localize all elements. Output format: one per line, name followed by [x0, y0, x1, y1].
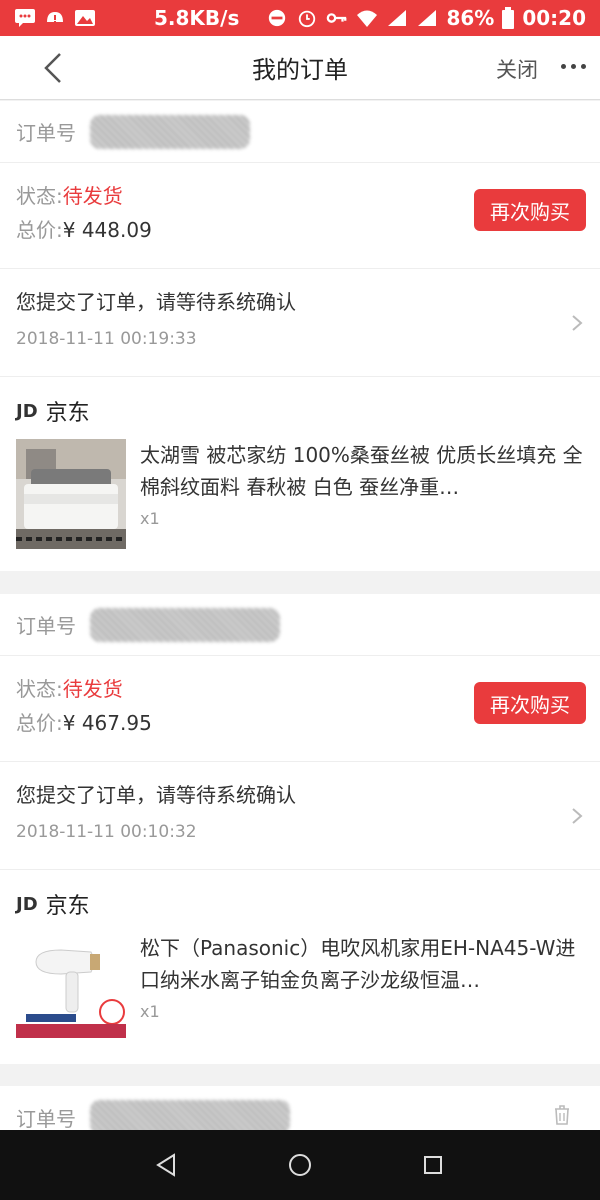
order-number-row: 订单号	[0, 594, 600, 656]
close-button[interactable]: 关闭	[496, 54, 538, 84]
signal-icon-1	[388, 10, 407, 26]
product-name: 太湖雪 被芯家纺 100%桑蚕丝被 优质长丝填充 全棉斜纹面料 春秋被 白色 蚕…	[140, 443, 583, 499]
shop-section: JD 京东 太湖雪 被芯家纺 100%桑蚕丝被 优质长丝填充 全棉斜纹面料 春秋…	[0, 377, 600, 571]
status-label: 状态:	[16, 184, 63, 208]
alarm-icon	[299, 10, 316, 28]
back-arrow-icon[interactable]	[36, 50, 72, 86]
redacted-order-number	[90, 114, 250, 149]
total-value: ¥ 467.95	[62, 711, 152, 735]
tracking-time: 2018-11-11 00:19:33	[16, 329, 197, 349]
product-item[interactable]: 松下（Panasonic）电吹风机家用EH-NA45-W进口纳米水离子铂金负离子…	[16, 932, 584, 1054]
tracking-time: 2018-11-11 00:10:32	[16, 822, 197, 842]
tracking-message: 您提交了订单，请等待系统确认	[16, 783, 296, 807]
order-number-label: 订单号	[16, 1106, 76, 1131]
back-icon[interactable]	[152, 1150, 182, 1180]
message-icon	[15, 9, 35, 27]
jd-logo-icon: JD	[16, 400, 38, 422]
order-number-label: 订单号	[16, 614, 76, 638]
notification-icons	[14, 8, 96, 28]
header: 我的订单 关闭	[0, 36, 600, 100]
shop-name: 京东	[45, 894, 90, 919]
rebuy-button[interactable]: 再次购买	[474, 189, 586, 231]
tracking-row[interactable]: 您提交了订单，请等待系统确认 2018-11-11 00:10:32	[0, 762, 600, 870]
trash-icon[interactable]	[552, 1104, 572, 1126]
status-bar: 5.8KB/s 86% 00:20	[0, 0, 600, 36]
image-icon	[75, 10, 95, 26]
status-value: 待发货	[62, 184, 123, 208]
product-quantity: x1	[140, 509, 160, 528]
total-label: 总价:	[16, 711, 63, 735]
recents-icon[interactable]	[418, 1150, 448, 1180]
tracking-row[interactable]: 您提交了订单，请等待系统确认 2018-11-11 00:19:33	[0, 269, 600, 377]
redacted-order-number	[90, 1100, 290, 1130]
shop-section: JD 京东 松下（Panasonic）电吹风机家用EH-NA45-W进口纳米水离…	[0, 870, 600, 1064]
product-name: 松下（Panasonic）电吹风机家用EH-NA45-W进口纳米水离子铂金负离子…	[140, 936, 576, 992]
dnd-icon	[269, 9, 286, 27]
total-value: ¥ 448.09	[62, 218, 152, 242]
shop-header[interactable]: JD 京东	[16, 395, 584, 427]
status-label: 状态:	[16, 677, 63, 701]
battery-icon	[502, 7, 515, 29]
order-card: 订单号	[0, 1086, 600, 1130]
rebuy-button[interactable]: 再次购买	[474, 682, 586, 724]
order-number-row: 订单号	[0, 1086, 600, 1130]
chevron-right-icon	[572, 808, 583, 824]
wifi-icon	[357, 10, 378, 27]
jd-logo-icon: JD	[16, 893, 38, 915]
order-status-row: 状态:待发货 总价:¥ 448.09 再次购买	[0, 163, 600, 269]
signal-icon-2	[418, 10, 437, 26]
key-icon	[327, 13, 347, 23]
shop-name: 京东	[45, 401, 90, 426]
battery-percent: 86%	[446, 6, 495, 30]
home-icon[interactable]	[285, 1150, 315, 1180]
redacted-order-number	[90, 607, 280, 642]
alert-icon	[47, 12, 63, 23]
order-status-row: 状态:待发货 总价:¥ 467.95 再次购买	[0, 656, 600, 762]
clock: 00:20	[522, 6, 586, 30]
more-icon[interactable]	[561, 64, 586, 69]
chevron-right-icon	[572, 315, 583, 331]
product-item[interactable]: 太湖雪 被芯家纺 100%桑蚕丝被 优质长丝填充 全棉斜纹面料 春秋被 白色 蚕…	[16, 439, 584, 561]
tracking-message: 您提交了订单，请等待系统确认	[16, 290, 296, 314]
order-card: 订单号 状态:待发货 总价:¥ 467.95 再次购买 您提交了订单，请等待系统…	[0, 594, 600, 1064]
system-navigation-bar	[0, 1130, 600, 1200]
order-number-row: 订单号	[0, 101, 600, 163]
product-thumbnail	[16, 932, 126, 1042]
network-speed: 5.8KB/s	[154, 6, 240, 30]
total-label: 总价:	[16, 218, 63, 242]
status-value: 待发货	[62, 677, 123, 701]
product-thumbnail	[16, 439, 126, 549]
product-quantity: x1	[140, 1002, 160, 1021]
order-number-label: 订单号	[16, 121, 76, 145]
order-card: 订单号 状态:待发货 总价:¥ 448.09 再次购买 您提交了订单，请等待系统…	[0, 101, 600, 571]
shop-header[interactable]: JD 京东	[16, 888, 584, 920]
